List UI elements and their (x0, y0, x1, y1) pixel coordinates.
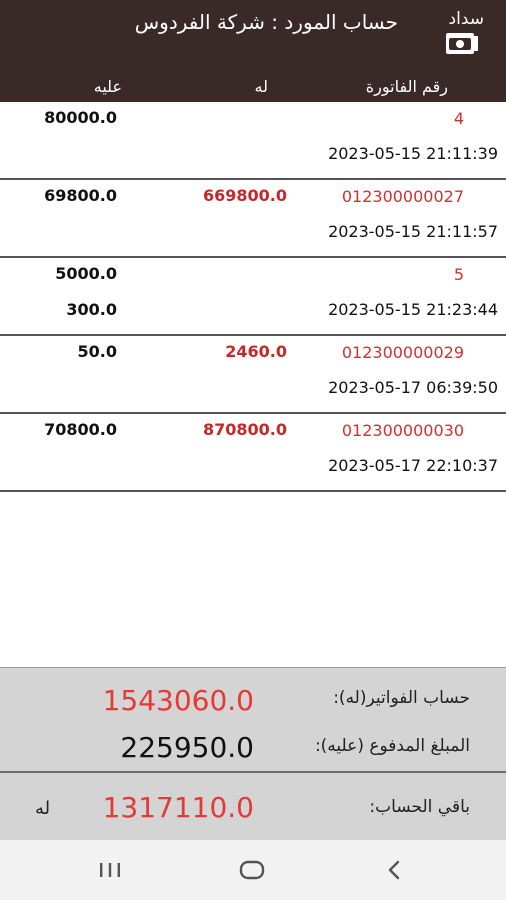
invoice-number: 012300000030 (341, 421, 464, 440)
debit-amount: 69800.0 (44, 186, 117, 205)
back-icon (388, 860, 400, 880)
column-header-debit: عليه (93, 77, 122, 96)
invoice-date: 2023-05-15 21:11:39 (328, 144, 498, 163)
balance-unit: له (35, 798, 51, 819)
balance-label: باقي الحساب: (369, 797, 470, 817)
invoice-number: 012300000029 (341, 343, 464, 362)
debit-amount: 50.0 (77, 342, 117, 361)
recent-apps-icon (100, 863, 120, 877)
invoices-total-value: 1543060.0 (102, 684, 254, 717)
pay-button-label: سداد (448, 9, 484, 29)
home-icon (239, 860, 265, 880)
app-header: حساب المورد : شركة الفردوس سداد رقم الفا… (0, 0, 506, 102)
summary-divider (0, 771, 506, 773)
invoice-number: 012300000027 (341, 187, 464, 206)
invoice-date: 2023-05-15 21:23:44 (328, 300, 498, 319)
table-row[interactable]: 5 2023-05-15 21:23:44 5000.0 300.0 (0, 258, 506, 336)
credit-amount: 870800.0 (202, 420, 287, 439)
system-nav-bar (0, 840, 506, 900)
page-title: حساب المورد : شركة الفردوس (134, 10, 398, 34)
paid-total-label: المبلغ المدفوع (عليه): (314, 736, 470, 756)
paid-total-value: 225950.0 (120, 731, 254, 764)
debit-amount-secondary: 300.0 (66, 300, 117, 319)
invoice-date: 2023-05-17 06:39:50 (328, 378, 498, 397)
column-header-credit: له (254, 77, 268, 96)
credit-amount: 2460.0 (225, 342, 287, 361)
table-row[interactable]: 012300000030 2023-05-17 22:10:37 870800.… (0, 414, 506, 492)
debit-amount: 5000.0 (55, 264, 117, 283)
table-row[interactable]: 012300000029 2023-05-17 06:39:50 2460.0 … (0, 336, 506, 414)
column-header-invoice: رقم الفاتورة (365, 77, 448, 96)
wallet-icon (446, 33, 478, 54)
debit-amount: 70800.0 (44, 420, 117, 439)
home-button[interactable] (232, 852, 272, 888)
credit-amount: 669800.0 (202, 186, 287, 205)
invoices-total-label: حساب الفواتير(له): (333, 688, 470, 708)
back-button[interactable] (374, 852, 414, 888)
debit-amount: 80000.0 (44, 108, 117, 127)
invoice-date: 2023-05-15 21:11:57 (328, 222, 498, 241)
balance-value: 1317110.0 (102, 791, 254, 824)
summary-panel: حساب الفواتير(له): 1543060.0 المبلغ المد… (0, 667, 506, 841)
invoice-number: 4 (453, 109, 464, 128)
table-row[interactable]: 4 2023-05-15 21:11:39 80000.0 (0, 102, 506, 180)
recent-apps-button[interactable] (90, 852, 130, 888)
pay-button[interactable]: سداد (438, 10, 484, 56)
invoice-number: 5 (453, 265, 464, 284)
invoice-date: 2023-05-17 22:10:37 (328, 456, 498, 475)
table-row[interactable]: 012300000027 2023-05-15 21:11:57 669800.… (0, 180, 506, 258)
